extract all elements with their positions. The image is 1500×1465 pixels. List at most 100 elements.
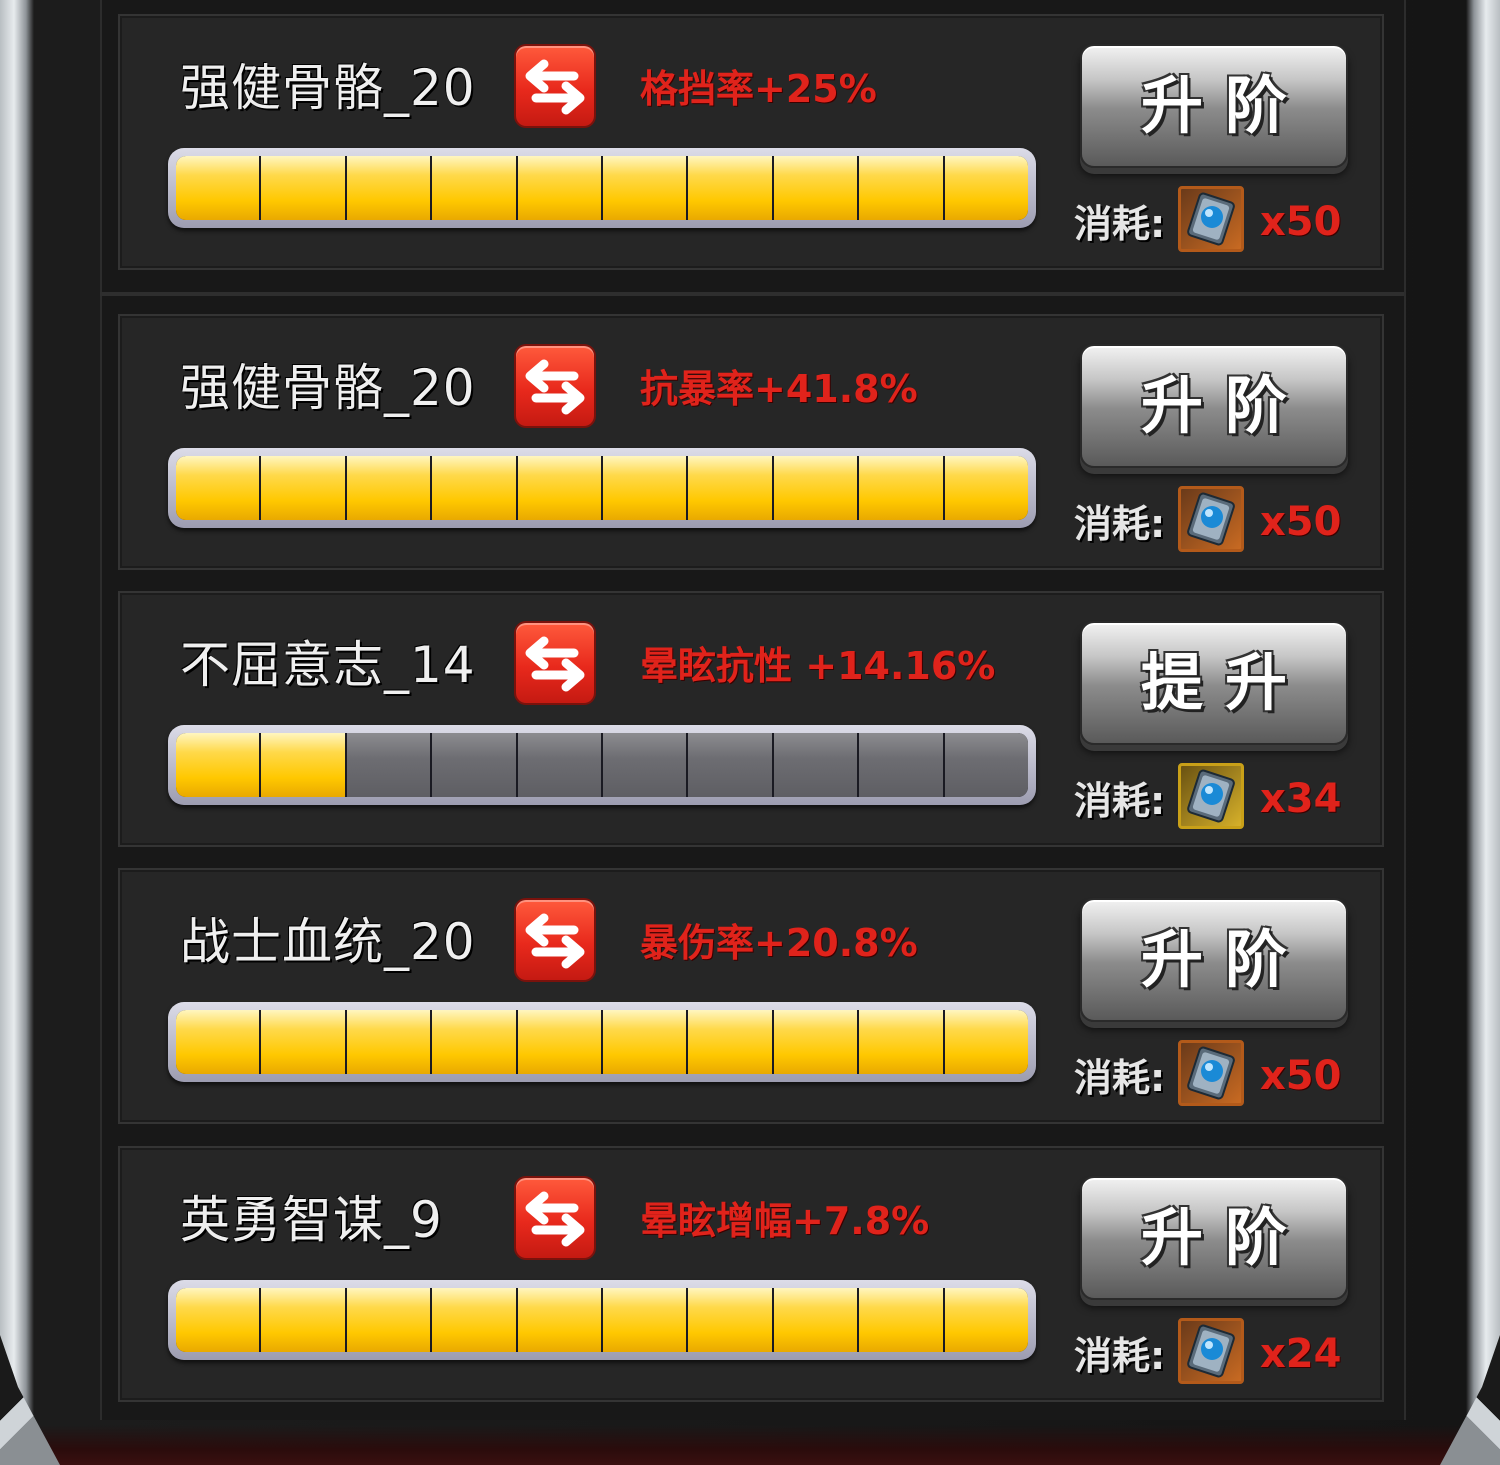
progress-segment-filled bbox=[773, 1288, 858, 1352]
progress-segment-empty bbox=[346, 733, 431, 797]
progress-segment-filled bbox=[176, 1010, 260, 1074]
upgrade-material-icon bbox=[1178, 486, 1244, 552]
progress-segment-filled bbox=[176, 1288, 260, 1352]
progress-segment-filled bbox=[603, 456, 687, 520]
progress-segment-filled bbox=[176, 156, 260, 220]
progress-segment-filled bbox=[176, 733, 260, 797]
cost-amount: x50 bbox=[1260, 499, 1342, 545]
progress-segment-filled bbox=[773, 156, 858, 220]
progress-bar bbox=[168, 1280, 1036, 1360]
progress-segment-filled bbox=[517, 456, 602, 520]
skill-stat-bonus: 格挡率+25% bbox=[640, 67, 877, 111]
progress-segments bbox=[176, 156, 1028, 220]
progress-segment-filled bbox=[688, 1288, 772, 1352]
cost-label: 消耗: bbox=[1074, 202, 1166, 246]
progress-segment-filled bbox=[944, 456, 1028, 520]
upgrade-material-icon bbox=[1178, 763, 1244, 829]
panel-divider bbox=[100, 292, 1404, 296]
progress-segment-empty bbox=[688, 733, 772, 797]
progress-segments bbox=[176, 456, 1028, 520]
progress-segments bbox=[176, 1288, 1028, 1352]
skill-name: 不屈意志_14 bbox=[180, 636, 476, 694]
upgrade-material-icon bbox=[1178, 1040, 1244, 1106]
progress-segment-filled bbox=[944, 1010, 1028, 1074]
progress-segment-filled bbox=[432, 1010, 516, 1074]
progress-segment-filled bbox=[261, 733, 345, 797]
upgrade-material-icon bbox=[1178, 186, 1244, 252]
progress-segment-empty bbox=[517, 733, 602, 797]
progress-segment-filled bbox=[176, 456, 260, 520]
skill-name: 强健骨骼_20 bbox=[180, 359, 476, 417]
upgrade-button[interactable]: 提升 bbox=[1080, 621, 1348, 745]
progress-segment-filled bbox=[688, 456, 772, 520]
cost-label: 消耗: bbox=[1074, 502, 1166, 546]
progress-segment-empty bbox=[432, 733, 516, 797]
progress-segment-filled bbox=[261, 456, 345, 520]
upgrade-button[interactable]: 升阶 bbox=[1080, 898, 1348, 1022]
progress-bar bbox=[168, 148, 1036, 228]
progress-segment-filled bbox=[346, 1010, 431, 1074]
progress-bar bbox=[168, 448, 1036, 528]
progress-segment-filled bbox=[517, 1010, 602, 1074]
swap-arrows-icon[interactable] bbox=[516, 623, 594, 703]
progress-segment-filled bbox=[346, 456, 431, 520]
progress-segment-filled bbox=[859, 1010, 943, 1074]
cost-label: 消耗: bbox=[1074, 779, 1166, 823]
skill-stat-bonus: 晕眩抗性 +14.16% bbox=[640, 644, 996, 688]
progress-segment-filled bbox=[859, 456, 943, 520]
swap-arrows-icon[interactable] bbox=[516, 900, 594, 980]
upgrade-material-icon bbox=[1178, 1318, 1244, 1384]
progress-segments bbox=[176, 1010, 1028, 1074]
progress-segment-filled bbox=[603, 1288, 687, 1352]
skill-card: 英勇智谋_9 晕眩增幅+7.8% 升阶 消耗: x24 bbox=[118, 1146, 1384, 1402]
progress-segment-filled bbox=[603, 156, 687, 220]
cost-amount: x50 bbox=[1260, 1053, 1342, 1099]
progress-segment-filled bbox=[603, 1010, 687, 1074]
skill-card: 强健骨骼_20 格挡率+25% 升阶 消耗: x50 bbox=[118, 14, 1384, 270]
progress-segment-filled bbox=[432, 1288, 516, 1352]
progress-segment-filled bbox=[261, 1288, 345, 1352]
skill-card: 强健骨骼_20 抗暴率+41.8% 升阶 消耗: x50 bbox=[118, 314, 1384, 570]
progress-segment-filled bbox=[688, 1010, 772, 1074]
progress-segment-filled bbox=[944, 156, 1028, 220]
cost-amount: x24 bbox=[1260, 1331, 1342, 1377]
progress-bar bbox=[168, 725, 1036, 805]
progress-segment-filled bbox=[261, 156, 345, 220]
progress-segment-filled bbox=[432, 456, 516, 520]
progress-segment-filled bbox=[859, 1288, 943, 1352]
progress-segment-empty bbox=[859, 733, 943, 797]
progress-bar bbox=[168, 1002, 1036, 1082]
cost-label: 消耗: bbox=[1074, 1334, 1166, 1378]
progress-segment-empty bbox=[773, 733, 858, 797]
cost-amount: x50 bbox=[1260, 199, 1342, 245]
upgrade-button[interactable]: 升阶 bbox=[1080, 344, 1348, 468]
progress-segment-filled bbox=[859, 156, 943, 220]
progress-segment-filled bbox=[944, 1288, 1028, 1352]
progress-segments bbox=[176, 733, 1028, 797]
progress-segment-filled bbox=[688, 156, 772, 220]
progress-segment-filled bbox=[346, 1288, 431, 1352]
progress-segment-filled bbox=[517, 1288, 602, 1352]
frame-bottom-trim bbox=[0, 1425, 1500, 1465]
swap-arrows-icon[interactable] bbox=[516, 46, 594, 126]
skill-card: 战士血统_20 暴伤率+20.8% 升阶 消耗: x50 bbox=[118, 868, 1384, 1124]
upgrade-button[interactable]: 升阶 bbox=[1080, 1176, 1348, 1300]
skill-name: 英勇智谋_9 bbox=[180, 1191, 443, 1249]
cost-label: 消耗: bbox=[1074, 1056, 1166, 1100]
progress-segment-filled bbox=[261, 1010, 345, 1074]
progress-segment-filled bbox=[432, 156, 516, 220]
skill-stat-bonus: 抗暴率+41.8% bbox=[640, 367, 918, 411]
skill-name: 战士血统_20 bbox=[180, 913, 476, 971]
skill-name: 强健骨骼_20 bbox=[180, 59, 476, 117]
cost-amount: x34 bbox=[1260, 776, 1342, 822]
swap-arrows-icon[interactable] bbox=[516, 346, 594, 426]
skill-card: 不屈意志_14 晕眩抗性 +14.16% 提升 消耗: x34 bbox=[118, 591, 1384, 847]
skill-stat-bonus: 暴伤率+20.8% bbox=[640, 921, 918, 965]
upgrade-button[interactable]: 升阶 bbox=[1080, 44, 1348, 168]
progress-segment-empty bbox=[944, 733, 1028, 797]
progress-segment-empty bbox=[603, 733, 687, 797]
progress-segment-filled bbox=[773, 456, 858, 520]
swap-arrows-icon[interactable] bbox=[516, 1178, 594, 1258]
progress-segment-filled bbox=[517, 156, 602, 220]
progress-segment-filled bbox=[346, 156, 431, 220]
